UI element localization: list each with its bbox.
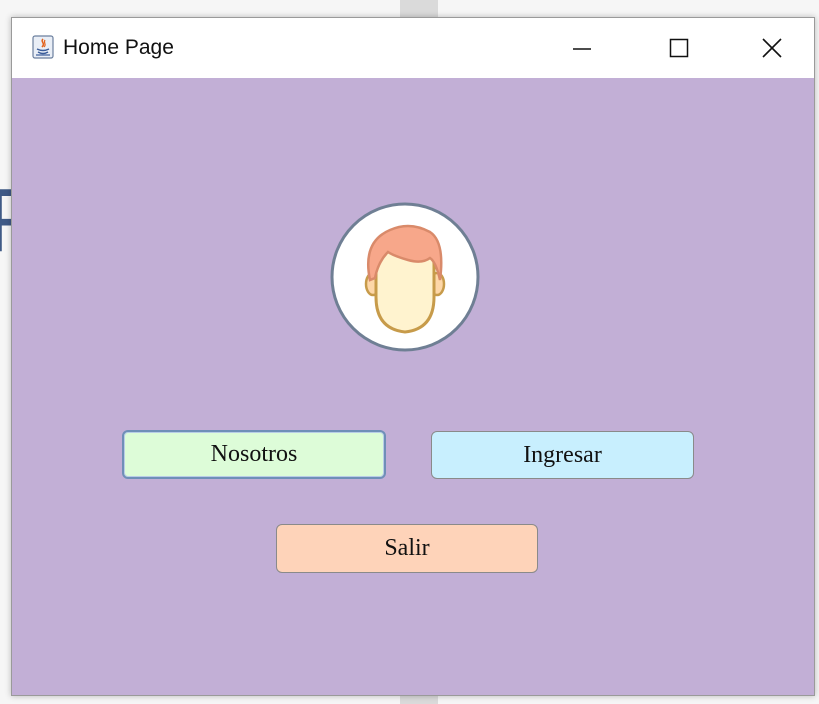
ingresar-button[interactable]: Ingresar — [431, 431, 694, 479]
minimize-icon — [573, 48, 591, 50]
window-title: Home Page — [63, 36, 174, 59]
home-page-window: Home Page Nosotros Ingresar Salir — [11, 17, 815, 696]
maximize-button[interactable] — [639, 18, 719, 78]
java-app-icon — [32, 35, 54, 59]
salir-button[interactable]: Salir — [276, 524, 538, 573]
minimize-button[interactable] — [542, 18, 622, 78]
nosotros-button[interactable]: Nosotros — [122, 430, 386, 479]
desktop: R Home Page — [0, 0, 819, 704]
maximize-icon — [669, 38, 689, 58]
close-button[interactable] — [732, 18, 812, 78]
user-face-icon — [330, 202, 480, 352]
title-bar[interactable]: Home Page — [12, 18, 814, 78]
main-panel: Nosotros Ingresar Salir — [12, 78, 814, 695]
close-icon — [762, 38, 782, 58]
